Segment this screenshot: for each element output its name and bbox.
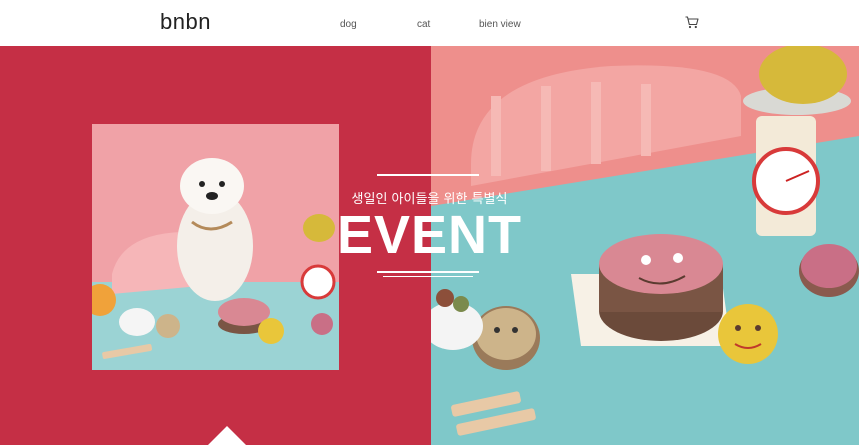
title-bottom-divider-upper [377,271,479,273]
top-navigation-bar: bnbn dog cat bien view [0,0,859,46]
title-top-divider [377,174,479,176]
site-logo[interactable]: bnbn [160,9,211,35]
nav-link-bien-view[interactable]: bien view [479,19,521,30]
cart-icon[interactable] [685,16,699,29]
title-bottom-divider-lower [383,276,473,277]
nav-link-cat[interactable]: cat [417,19,430,30]
event-hero-banner[interactable]: 생일인 아이들을 위한 특별식 EVENT [0,46,859,445]
event-title: EVENT [336,205,523,265]
slide-indicator-arrow [208,426,246,445]
nav-link-dog[interactable]: dog [340,19,357,30]
